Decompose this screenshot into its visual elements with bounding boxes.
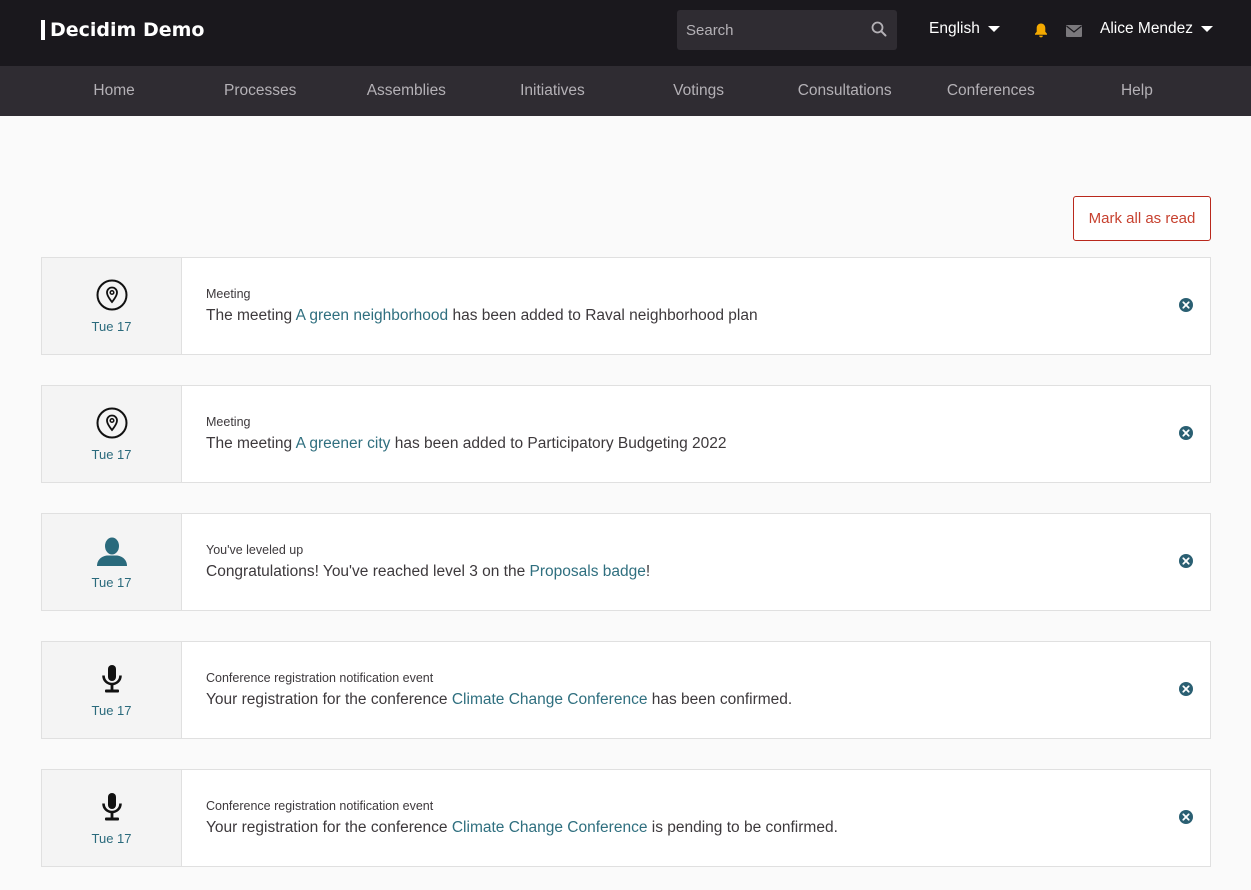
notification-type: You've leveled up [206,543,304,557]
language-label: English [929,20,980,37]
notification-link[interactable]: A greener city [296,435,391,452]
notification-meta: Tue 17 [42,386,182,482]
notification-type: Meeting [206,415,251,429]
notification-text: The meeting A green neighborhood has bee… [206,307,1210,325]
mark-all-read-button[interactable]: Mark all as read [1073,196,1211,241]
notification-content: Meeting The meeting A greener city has b… [182,386,1210,482]
text-after: has been confirmed. [647,691,793,708]
notification-text: The meeting A greener city has been adde… [206,435,1210,453]
site-logo[interactable]: Decidim Demo [41,18,204,42]
notification-content: Conference registration notification eve… [182,770,1210,866]
close-icon[interactable] [1178,681,1194,697]
map-pin-icon [96,407,128,439]
close-icon[interactable] [1178,553,1194,569]
text-after: ! [645,563,651,580]
notification-link[interactable]: A green neighborhood [296,307,449,324]
bell-icon[interactable] [1033,22,1049,38]
notification-date: Tue 17 [91,703,132,718]
nav-initiatives[interactable]: Initiatives [479,82,625,100]
chevron-down-icon [987,26,1000,32]
notification-item: Tue 17 You've leveled up Congratulations… [41,513,1211,611]
user-menu[interactable]: Alice Mendez [1100,20,1214,38]
text-after: has been added to Raval neighborhood pla… [448,307,758,324]
notifications-page: Mark all as read Tue 17 Meeting The meet… [0,116,1251,890]
notification-date: Tue 17 [91,575,132,590]
text-before: Your registration for the conference [206,819,452,836]
notification-item: Tue 17 Meeting The meeting A green neigh… [41,257,1211,355]
notification-meta: Tue 17 [42,514,182,610]
nav-votings[interactable]: Votings [626,82,772,100]
user-icon [96,535,128,567]
user-name: Alice Mendez [1100,20,1194,37]
nav-conferences[interactable]: Conferences [918,82,1064,100]
notification-text: Congratulations! You've reached level 3 … [206,563,1210,581]
notification-item: Tue 17 Meeting The meeting A greener cit… [41,385,1211,483]
nav-consultations[interactable]: Consultations [772,82,918,100]
notification-text: Your registration for the conference Cli… [206,819,1210,837]
notification-item: Tue 17 Conference registration notificat… [41,769,1211,867]
notification-text: Your registration for the conference Cli… [206,691,1210,709]
chevron-down-icon [1201,26,1214,32]
text-before: Congratulations! You've reached level 3 … [206,563,530,580]
notification-type: Meeting [206,287,251,301]
text-before: The meeting [206,435,296,452]
notification-content: You've leveled up Congratulations! You'v… [182,514,1210,610]
notification-meta: Tue 17 [42,642,182,738]
notification-content: Meeting The meeting A green neighborhood… [182,258,1210,354]
nav-home[interactable]: Home [41,82,187,100]
microphone-icon [96,791,128,823]
notification-meta: Tue 17 [42,258,182,354]
main-nav: Home Processes Assemblies Initiatives Vo… [0,66,1251,116]
close-icon[interactable] [1178,425,1194,441]
language-selector[interactable]: English [929,20,1000,38]
text-before: The meeting [206,307,296,324]
notification-type: Conference registration notification eve… [206,799,434,813]
notification-meta: Tue 17 [42,770,182,866]
logo-text: Decidim Demo [50,19,205,41]
top-bar: Decidim Demo English Alice Mendez [0,0,1251,66]
text-after: has been added to Participatory Budgetin… [390,435,727,452]
search-icon[interactable] [871,21,887,37]
notification-link[interactable]: Climate Change Conference [452,691,648,708]
notification-link[interactable]: Climate Change Conference [452,819,648,836]
text-before: Your registration for the conference [206,691,452,708]
microphone-icon [96,663,128,695]
map-pin-icon [96,279,128,311]
nav-processes[interactable]: Processes [187,82,333,100]
notification-link[interactable]: Proposals badge [530,563,646,580]
nav-assemblies[interactable]: Assemblies [333,82,479,100]
search-input[interactable] [686,10,866,50]
notification-date: Tue 17 [91,319,132,334]
nav-help[interactable]: Help [1064,82,1210,100]
close-icon[interactable] [1178,297,1194,313]
close-icon[interactable] [1178,809,1194,825]
logo-bar [41,20,45,40]
text-after: is pending to be confirmed. [647,819,838,836]
search-box [677,10,897,50]
notification-type: Conference registration notification eve… [206,671,434,685]
notification-date: Tue 17 [91,831,132,846]
notification-date: Tue 17 [91,447,132,462]
notification-item: Tue 17 Conference registration notificat… [41,641,1211,739]
mail-icon[interactable] [1066,25,1082,37]
notification-content: Conference registration notification eve… [182,642,1210,738]
